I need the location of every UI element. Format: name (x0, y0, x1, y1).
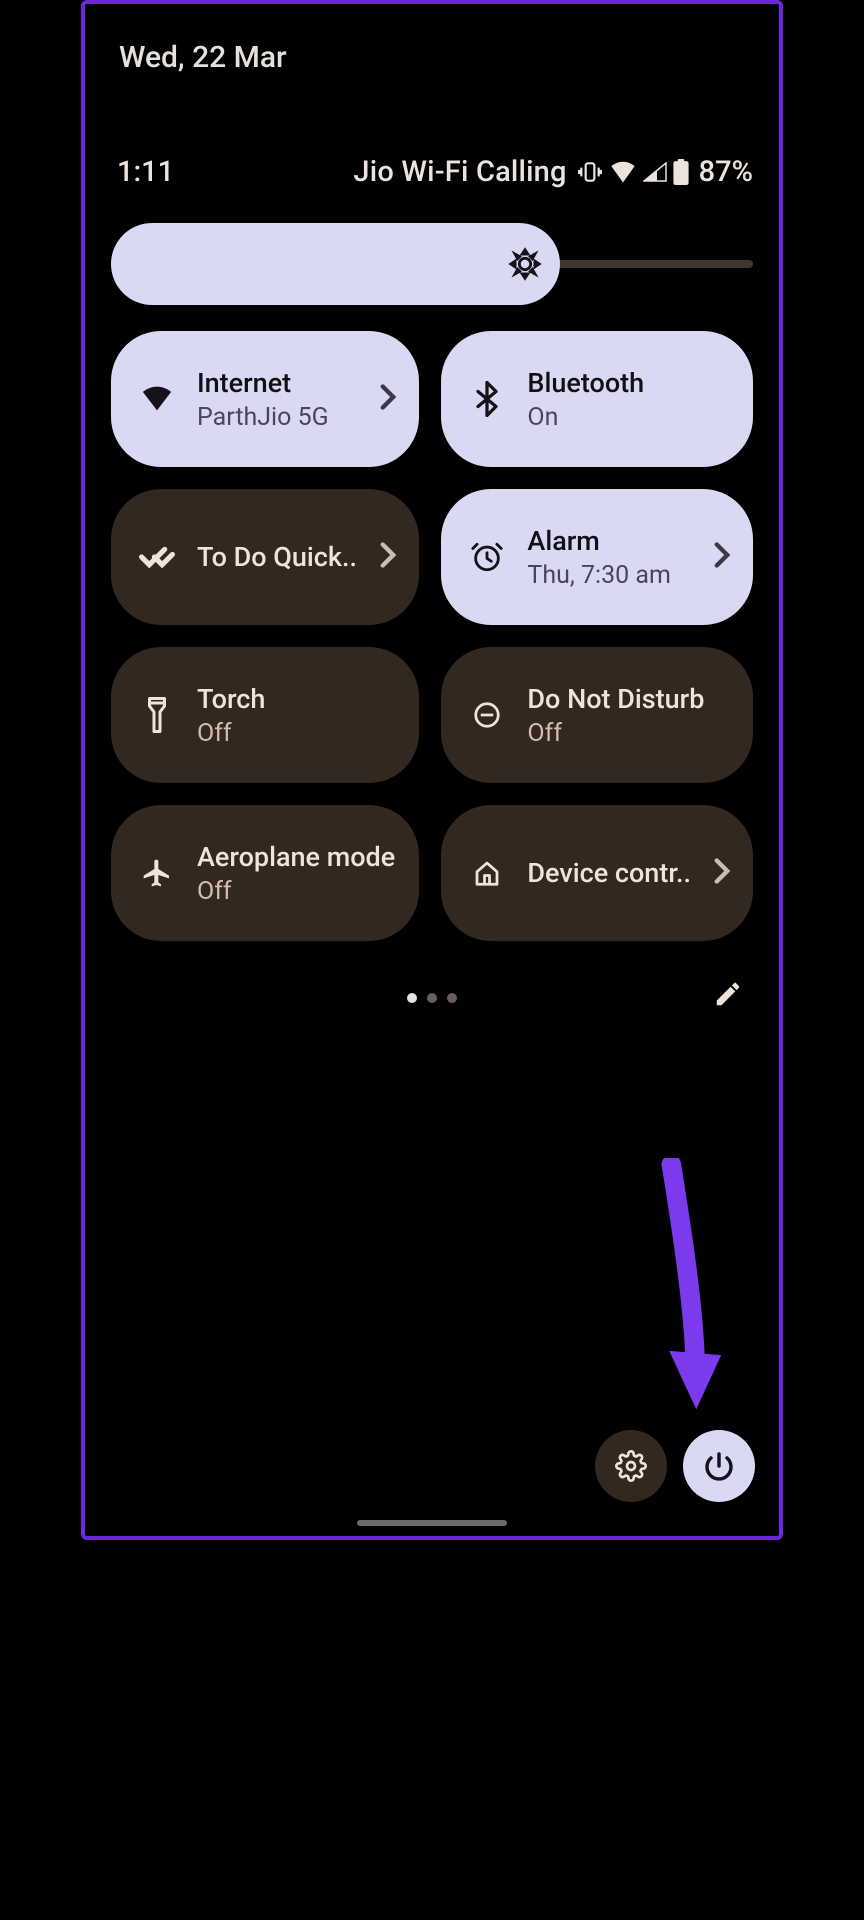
alarm-clock-icon (469, 540, 505, 574)
chevron-right-icon[interactable] (379, 383, 397, 415)
torch-icon (139, 697, 175, 733)
wifi-icon (139, 385, 175, 413)
dnd-tile[interactable]: Do Not Disturb Off (441, 647, 753, 783)
tile-title: Internet (197, 367, 357, 399)
page-dot (427, 993, 437, 1003)
chevron-right-icon[interactable] (379, 541, 397, 573)
edit-tiles-button[interactable] (713, 979, 743, 1013)
status-bar-right: Jio Wi-Fi Calling 87% (353, 155, 753, 189)
tile-title: Bluetooth (527, 367, 731, 399)
gesture-nav-pill[interactable] (357, 1520, 507, 1526)
wifi-icon (609, 160, 637, 184)
torch-tile[interactable]: Torch Off (111, 647, 419, 783)
internet-tile[interactable]: Internet ParthJio 5G (111, 331, 419, 467)
tile-title: Aeroplane mode (197, 841, 397, 873)
brightness-icon (508, 247, 542, 281)
home-icon (469, 858, 505, 888)
pencil-icon (713, 979, 743, 1009)
tile-subtitle: Off (527, 719, 731, 748)
tile-title: Do Not Disturb (527, 683, 731, 715)
carrier-label: Jio Wi-Fi Calling (353, 155, 566, 189)
page-dots[interactable] (407, 993, 457, 1003)
tile-title: Torch (197, 683, 397, 715)
tile-subtitle: Off (197, 719, 397, 748)
aeroplane-mode-tile[interactable]: Aeroplane mode Off (111, 805, 419, 941)
clock-time: 1:11 (117, 155, 174, 189)
signal-icon (643, 162, 667, 182)
bluetooth-tile[interactable]: Bluetooth On (441, 331, 753, 467)
settings-button[interactable] (595, 1430, 667, 1502)
vibrate-icon (577, 159, 603, 185)
device-controls-tile[interactable]: Device contr.. (441, 805, 753, 941)
tile-subtitle: Thu, 7:30 am (527, 561, 691, 590)
battery-percentage: 87% (699, 155, 753, 189)
tile-title: Device contr.. (527, 857, 691, 889)
chevron-right-icon[interactable] (713, 541, 731, 573)
tile-subtitle: On (527, 403, 731, 432)
brightness-slider[interactable] (111, 223, 753, 305)
chevron-right-icon[interactable] (713, 857, 731, 889)
pagination-row (111, 983, 753, 1013)
battery-icon (673, 159, 689, 185)
power-icon (703, 1450, 735, 1482)
gear-icon (615, 1450, 647, 1482)
alarm-tile[interactable]: Alarm Thu, 7:30 am (441, 489, 753, 625)
power-button[interactable] (683, 1430, 755, 1502)
page-dot (447, 993, 457, 1003)
tile-title: To Do Quick.. (197, 541, 357, 573)
status-icons (577, 159, 689, 185)
tile-title: Alarm (527, 525, 691, 557)
quick-settings-grid: Internet ParthJio 5G Bluetooth On To Do … (111, 331, 753, 941)
status-bar: 1:11 Jio Wi-Fi Calling 87% (85, 75, 779, 189)
bluetooth-icon (469, 381, 505, 417)
date-label: Wed, 22 Mar (85, 4, 779, 75)
tile-subtitle: ParthJio 5G (197, 403, 357, 432)
tile-subtitle: Off (197, 877, 397, 906)
annotation-arrow (635, 1158, 725, 1418)
page-dot (407, 993, 417, 1003)
checkmark-icon (139, 544, 175, 570)
airplane-icon (139, 857, 175, 889)
todo-quick-tile[interactable]: To Do Quick.. (111, 489, 419, 625)
dnd-icon (469, 700, 505, 730)
bottom-actions (595, 1430, 755, 1502)
